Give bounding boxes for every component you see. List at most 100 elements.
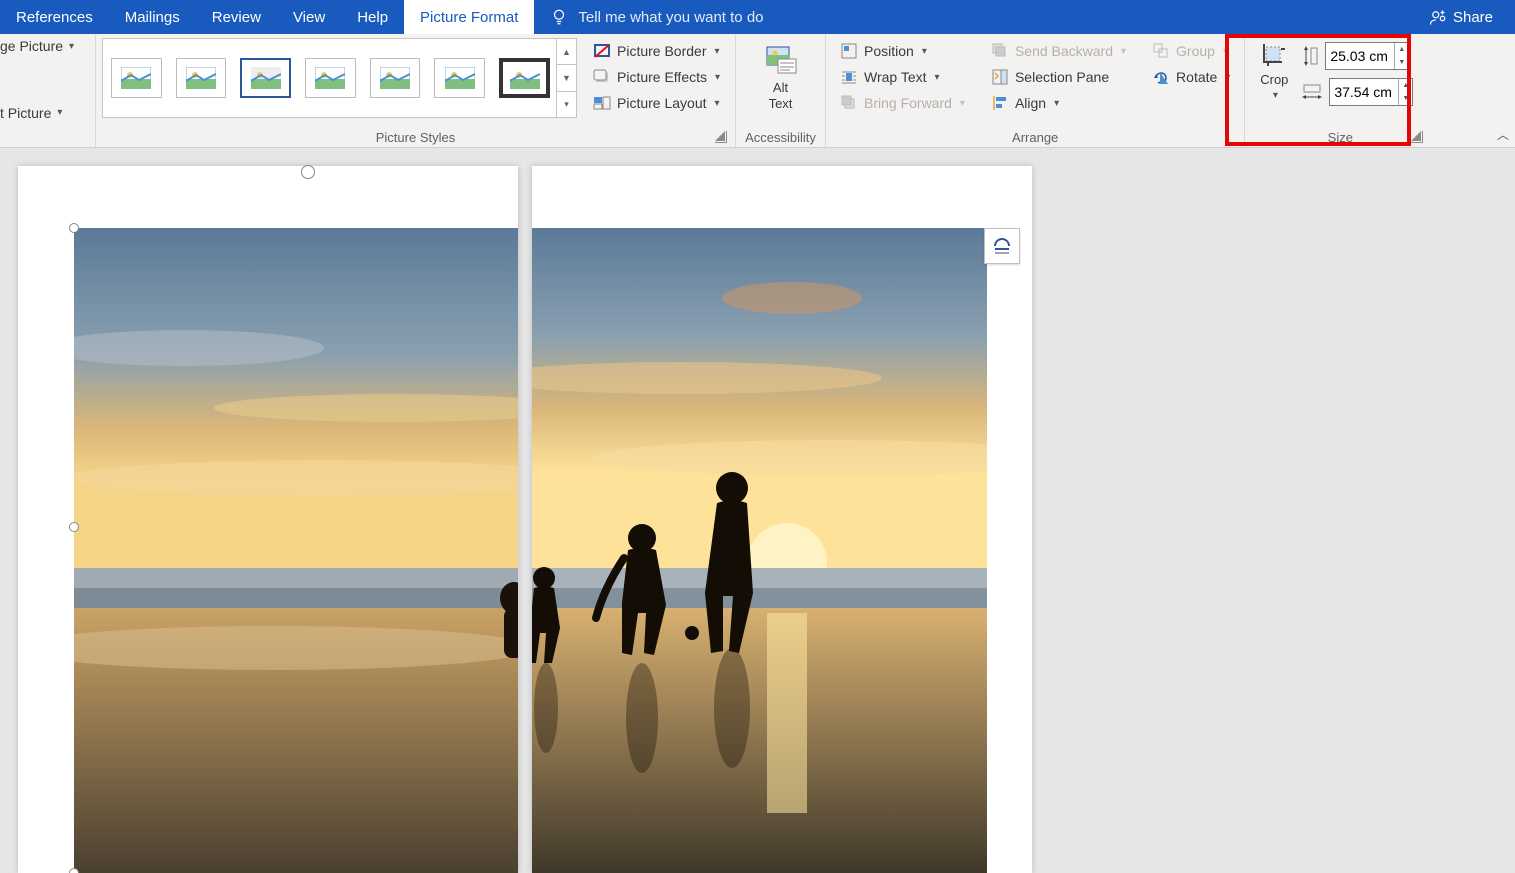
selection-handle[interactable] — [69, 868, 79, 873]
accessibility-group-label: Accessibility — [742, 128, 819, 145]
reset-picture-button[interactable]: t Picture ▾ — [0, 105, 89, 121]
chevron-down-icon: ▾ — [57, 107, 62, 118]
inserted-picture-right[interactable] — [532, 228, 987, 873]
picture-border-label: Picture Border — [617, 43, 706, 59]
tab-picture-format[interactable]: Picture Format — [404, 0, 534, 34]
inserted-picture-left[interactable] — [74, 228, 518, 873]
selection-pane-icon — [991, 68, 1009, 86]
position-label: Position — [864, 43, 914, 59]
align-label: Align — [1015, 95, 1046, 111]
share-label: Share — [1453, 9, 1493, 26]
document-surface[interactable] — [0, 148, 1515, 873]
chevron-down-icon: ▾ — [714, 46, 719, 57]
dialog-launcher-icon[interactable] — [1411, 131, 1423, 143]
share-button[interactable]: Share — [1407, 0, 1515, 34]
wrap-text-button[interactable]: Wrap Text ▾ — [836, 66, 969, 88]
size-label-text: Size — [1328, 130, 1353, 145]
change-picture-button[interactable]: ge Picture ▾ — [0, 38, 89, 54]
tab-mailings[interactable]: Mailings — [109, 0, 196, 34]
style-thumb-3[interactable] — [240, 58, 291, 98]
wrap-text-label: Wrap Text — [864, 69, 927, 85]
position-button[interactable]: Position ▾ — [836, 40, 969, 62]
tab-review[interactable]: Review — [196, 0, 277, 34]
alt-text-button[interactable]: Alt Text — [755, 38, 807, 115]
height-down[interactable]: ▼ — [1395, 56, 1408, 69]
width-spinner: ▲ ▼ — [1398, 79, 1412, 105]
tab-references[interactable]: References — [0, 0, 109, 34]
size-group: Crop ▾ ▲ ▼ — [1245, 34, 1435, 147]
selection-pane-button[interactable]: Selection Pane — [987, 66, 1130, 88]
gallery-scroll-up[interactable]: ▲ — [557, 39, 576, 65]
align-button[interactable]: Align ▾ — [987, 92, 1130, 114]
picture-styles-group-label: Picture Styles — [102, 128, 729, 145]
collapse-ribbon-icon[interactable]: ︿ — [1497, 126, 1509, 143]
picture-border-button[interactable]: Picture Border ▾ — [589, 40, 724, 62]
position-icon — [840, 42, 858, 60]
picture-layout-button[interactable]: Picture Layout ▾ — [589, 92, 724, 114]
style-thumb-4[interactable] — [305, 58, 356, 98]
ribbon-tabstrip: References Mailings Review View Help Pic… — [0, 0, 1515, 34]
accessibility-group: Alt Text Accessibility — [736, 34, 826, 147]
chevron-down-icon: ▾ — [715, 72, 720, 83]
picture-effects-icon — [593, 68, 611, 86]
rotate-icon — [1152, 68, 1170, 86]
height-up[interactable]: ▲ — [1395, 43, 1408, 56]
style-thumb-2[interactable] — [176, 58, 227, 98]
bring-forward-icon — [840, 94, 858, 112]
selection-pane-label: Selection Pane — [1015, 69, 1109, 85]
picture-styles-gallery[interactable]: ▲ ▼ ▾ — [102, 38, 577, 118]
arrange-group-label: Arrange — [832, 128, 1238, 145]
send-backward-icon — [991, 42, 1009, 60]
layout-options-button[interactable] — [984, 228, 1020, 264]
picture-styles-label-text: Picture Styles — [376, 130, 455, 145]
picture-effects-button[interactable]: Picture Effects ▾ — [589, 66, 724, 88]
style-thumb-7[interactable] — [499, 58, 550, 98]
width-input[interactable]: ▲ ▼ — [1329, 78, 1413, 106]
bring-forward-button[interactable]: Bring Forward ▾ — [836, 92, 969, 114]
selection-handle[interactable] — [69, 223, 79, 233]
chevron-down-icon: ▾ — [1121, 46, 1126, 57]
rotate-button[interactable]: Rotate ▾ — [1148, 66, 1234, 88]
wrap-text-icon — [840, 68, 858, 86]
chevron-down-icon: ▾ — [69, 41, 74, 52]
height-spinner: ▲ ▼ — [1394, 43, 1408, 69]
chevron-down-icon: ▾ — [1225, 72, 1230, 83]
alt-text-label-1: Alt — [773, 80, 788, 96]
gallery-scroll-down[interactable]: ▼ — [557, 65, 576, 91]
tell-me-search[interactable]: Tell me what you want to do — [534, 0, 779, 34]
style-thumb-1[interactable] — [111, 58, 162, 98]
adjust-group-partial: ge Picture ▾ t Picture ▾ — [0, 34, 96, 147]
height-input[interactable]: ▲ ▼ — [1325, 42, 1409, 70]
height-icon — [1301, 44, 1319, 68]
picture-border-icon — [593, 42, 611, 60]
group-button[interactable]: Group ▾ — [1148, 40, 1234, 62]
rotate-handle[interactable] — [301, 165, 315, 179]
width-down[interactable]: ▼ — [1399, 92, 1412, 105]
group-label: Group — [1176, 43, 1215, 59]
tab-view[interactable]: View — [277, 0, 341, 34]
tab-help[interactable]: Help — [341, 0, 404, 34]
alt-text-icon — [763, 42, 799, 78]
chevron-down-icon: ▾ — [1273, 90, 1278, 102]
selection-handle[interactable] — [69, 522, 79, 532]
reset-picture-label: t Picture — [0, 105, 51, 121]
width-field[interactable] — [1330, 79, 1398, 105]
size-group-label: Size — [1255, 128, 1425, 145]
chevron-down-icon: ▾ — [715, 98, 720, 109]
alt-text-label-2: Text — [769, 96, 793, 112]
change-picture-label: ge Picture — [0, 38, 63, 54]
bring-forward-label: Bring Forward — [864, 95, 952, 111]
lightbulb-icon — [550, 8, 568, 26]
crop-button[interactable]: Crop ▾ — [1255, 38, 1293, 104]
ribbon: ge Picture ▾ t Picture ▾ ▲ ▼ — [0, 34, 1515, 148]
dialog-launcher-icon[interactable] — [715, 131, 727, 143]
chevron-down-icon: ▾ — [1223, 46, 1228, 57]
style-thumb-6[interactable] — [434, 58, 485, 98]
gallery-more-button[interactable]: ▾ — [557, 92, 576, 117]
picture-styles-group: ▲ ▼ ▾ Picture Border ▾ Picture Effects ▾ — [96, 34, 736, 147]
height-field[interactable] — [1326, 43, 1394, 69]
width-up[interactable]: ▲ — [1399, 79, 1412, 92]
crop-icon — [1259, 40, 1289, 70]
style-thumb-5[interactable] — [370, 58, 421, 98]
send-backward-button[interactable]: Send Backward ▾ — [987, 40, 1130, 62]
